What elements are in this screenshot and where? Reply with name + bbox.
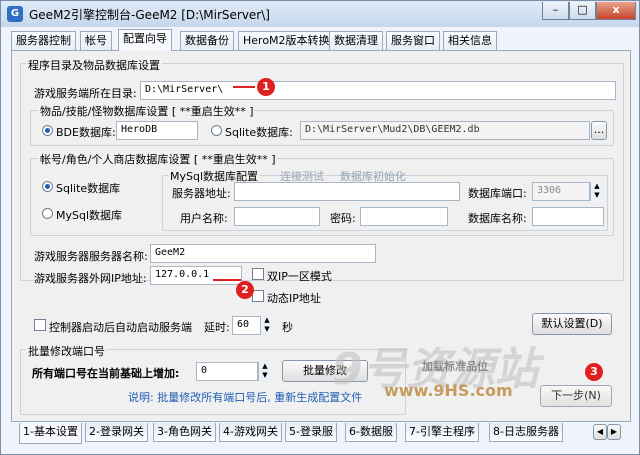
account-sqlite-radio[interactable] [42, 181, 53, 192]
bde-input[interactable]: HeroDB [116, 121, 198, 140]
tab-data-cleanup[interactable]: 数据清理 [329, 31, 383, 50]
tab-herom2-convert[interactable]: HeroM2版本转换 [238, 31, 335, 50]
btab-engine-main[interactable]: 7-引擎主程序 [405, 423, 479, 442]
db-name-label: 数据库名称: [468, 212, 527, 225]
batch-add-label: 所有端口号在当前基础上增加: [32, 367, 180, 380]
server-dir-label: 游戏服务端所在目录: [34, 87, 137, 100]
btab-login-gate[interactable]: 2-登录网关 [85, 423, 148, 442]
account-mysql-radio[interactable] [42, 208, 53, 219]
account-sqlite-label: Sqlite数据库 [56, 182, 121, 195]
window-title: GeeM2引擎控制台-GeeM2 [D:\MirServer\] [29, 8, 270, 22]
seconds-label: 秒 [282, 321, 293, 334]
db-port-spinner[interactable]: ▲ ▼ [590, 182, 603, 201]
db-port-input[interactable]: 3306 [532, 182, 590, 201]
btab-login-server[interactable]: 5-登录服 [285, 423, 337, 442]
username-label: 用户名称: [180, 212, 228, 225]
server-addr-label: 服务器地址: [172, 187, 231, 200]
bde-label: BDE数据库: [56, 126, 116, 139]
watermark-load: 加载标准品位 [422, 360, 488, 373]
tab-server-control[interactable]: 服务器控制 [11, 31, 76, 50]
annotation-badge-1: 1 [257, 78, 275, 96]
server-ip-input[interactable]: 127.0.0.1 [150, 266, 242, 285]
sqlite-label: Sqlite数据库: [225, 126, 293, 139]
password-label: 密码: [330, 212, 356, 225]
delay-label: 延时: [204, 321, 230, 334]
btab-log-server[interactable]: 8-日志服务器 [489, 423, 563, 442]
browse-button[interactable]: ... [591, 121, 607, 140]
tab-data-backup[interactable]: 数据备份 [180, 31, 234, 50]
tab-service-window[interactable]: 服务窗口 [386, 31, 440, 50]
btab-game-gate[interactable]: 4-游戏网关 [219, 423, 282, 442]
server-name-label: 游戏服务器服务器名称: [34, 250, 148, 263]
app-icon: G [7, 6, 23, 22]
tab-scroll-left[interactable]: ◀ [593, 424, 607, 440]
annotation-badge-2: 2 [236, 281, 254, 299]
btab-data-server[interactable]: 6-数据服 [345, 423, 397, 442]
sqlite-path-input[interactable]: D:\MirServer\Mud2\DB\GEEM2.db [300, 121, 590, 140]
account-mysql-label: MySql数据库 [56, 209, 123, 222]
batch-add-input[interactable]: 0 [196, 362, 258, 381]
main-window: G GeeM2引擎控制台-GeeM2 [D:\MirServer\] – □ x… [0, 0, 640, 455]
item-db-group-title: 物品/技能/怪物数据库设置 [ **重启生效** ] [38, 103, 256, 119]
server-dir-input[interactable]: D:\MirServer\ [140, 81, 616, 100]
annotation-arrow-2 [213, 279, 241, 281]
annotation-arrow-1 [233, 86, 255, 88]
delay-spinner[interactable]: ▲ ▼ [260, 316, 273, 335]
close-button[interactable]: x [596, 2, 636, 20]
sqlite-radio[interactable] [211, 125, 222, 136]
db-port-label: 数据库端口: [468, 187, 527, 200]
username-input[interactable] [234, 207, 320, 226]
batch-port-title: 批量修改端口号 [26, 343, 107, 359]
annotation-badge-3: 3 [585, 363, 603, 381]
bde-radio[interactable] [42, 125, 53, 136]
minimize-button[interactable]: – [542, 2, 569, 20]
program-dir-group-title: 程序目录及物品数据库设置 [26, 57, 162, 73]
maximize-button[interactable]: □ [569, 2, 596, 20]
server-addr-input[interactable] [234, 182, 460, 201]
btab-basic-settings[interactable]: 1-基本设置 [19, 423, 82, 444]
server-ip-label: 游戏服务器外网IP地址: [34, 272, 147, 285]
password-input[interactable] [360, 207, 448, 226]
title-bar[interactable]: G GeeM2引擎控制台-GeeM2 [D:\MirServer\] – □ x [1, 1, 639, 27]
config-panel: 程序目录及物品数据库设置 游戏服务端所在目录: D:\MirServer\ 物品… [11, 50, 631, 422]
tab-scroll-right[interactable]: ▶ [607, 424, 621, 440]
batch-modify-button[interactable]: 批量修改 [282, 360, 368, 382]
dynamic-ip-label: 动态IP地址 [267, 292, 321, 305]
server-name-input[interactable]: GeeM2 [150, 244, 376, 263]
autostart-checkbox[interactable] [34, 319, 46, 331]
btab-role-gate[interactable]: 3-角色网关 [153, 423, 216, 442]
dual-ip-checkbox[interactable] [252, 268, 264, 280]
batch-note: 说明: 批量修改所有端口号后, 重新生成配置文件 [128, 391, 363, 404]
db-name-input[interactable] [532, 207, 604, 226]
next-button[interactable]: 下一步(N) [540, 385, 612, 407]
tab-related-info[interactable]: 相关信息 [443, 31, 497, 50]
autostart-label: 控制器启动后自动启动服务端 [49, 321, 192, 334]
tab-config-wizard[interactable]: 配置向导 [118, 29, 172, 51]
default-settings-button[interactable]: 默认设置(D) [532, 313, 612, 335]
dual-ip-label: 双IP一区模式 [267, 270, 332, 283]
batch-add-spinner[interactable]: ▲ ▼ [258, 362, 271, 381]
tab-account[interactable]: 帐号 [80, 31, 112, 50]
account-db-group-title: 帐号/角色/个人商店数据库设置 [ **重启生效** ] [38, 151, 278, 167]
